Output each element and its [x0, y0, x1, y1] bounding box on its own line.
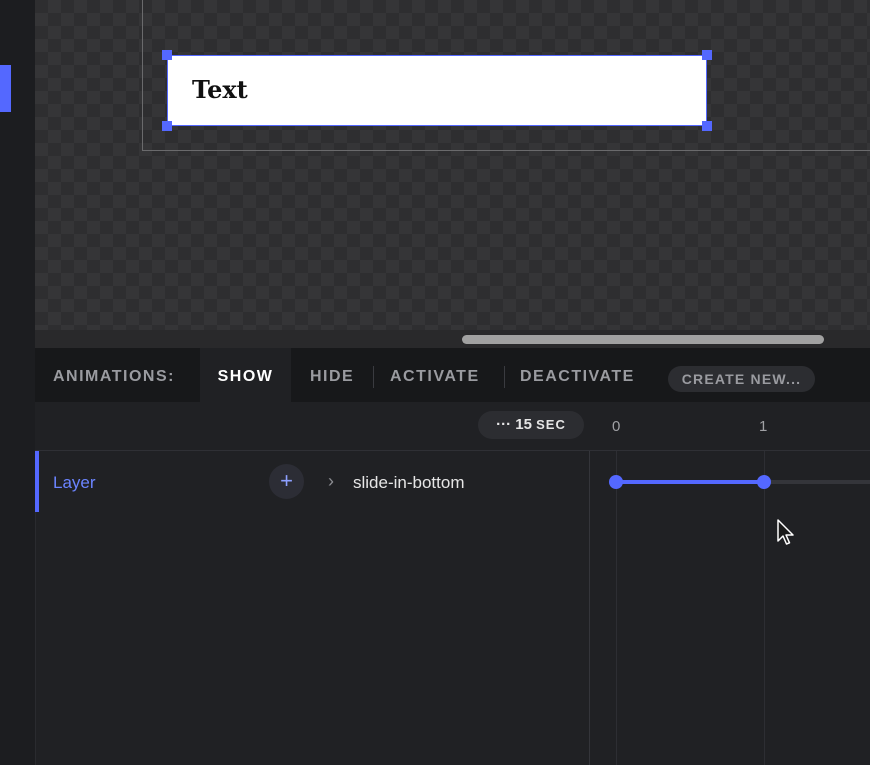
left-sidebar	[0, 0, 36, 765]
timeline-gridline	[764, 451, 765, 765]
duration-button[interactable]: ··· 15 SEC	[478, 411, 584, 439]
chevron-right-icon[interactable]: ›	[328, 471, 334, 492]
tab-hide[interactable]: HIDE	[310, 348, 354, 402]
timeline-tick-1: 1	[759, 418, 768, 435]
tab-activate[interactable]: ACTIVATE	[390, 348, 480, 402]
layer-row-selection-indicator	[35, 451, 39, 512]
timeline-track	[764, 480, 870, 484]
timeline-tick-0: 0	[612, 418, 621, 435]
animation-name[interactable]: slide-in-bottom	[353, 473, 465, 493]
animation-segment[interactable]	[616, 480, 764, 484]
canvas-area[interactable]	[35, 0, 870, 330]
tab-separator	[504, 366, 505, 388]
keyframe-end[interactable]	[757, 475, 771, 489]
add-animation-button[interactable]: +	[269, 464, 304, 499]
tab-separator	[373, 366, 374, 388]
tab-deactivate[interactable]: DEACTIVATE	[520, 348, 635, 402]
resize-handle-bottom-left[interactable]	[162, 121, 172, 131]
scrollbar-thumb[interactable]	[462, 335, 824, 344]
tab-show[interactable]: SHOW	[200, 348, 291, 402]
more-dots-icon: ···	[496, 416, 512, 433]
duration-unit: SEC	[536, 417, 566, 432]
plus-icon: +	[280, 468, 293, 493]
animations-tabs-bar: ANIMATIONS: SHOW HIDE ACTIVATE DEACTIVAT…	[35, 348, 870, 402]
create-new-button[interactable]: CREATE NEW...	[668, 366, 815, 392]
sidebar-active-indicator	[0, 65, 11, 112]
resize-handle-top-right[interactable]	[702, 50, 712, 60]
timeline-gridline	[616, 451, 617, 765]
horizontal-scrollbar[interactable]	[35, 330, 870, 348]
resize-handle-bottom-right[interactable]	[702, 121, 712, 131]
animations-label: ANIMATIONS:	[53, 368, 175, 385]
panel-divider	[589, 451, 590, 765]
timeline-header: ··· 15 SEC 0 1	[35, 402, 870, 451]
keyframe-start[interactable]	[609, 475, 623, 489]
resize-handle-top-left[interactable]	[162, 50, 172, 60]
text-layer-content: Text	[192, 75, 248, 104]
duration-value: 15	[515, 416, 532, 433]
layer-name[interactable]: Layer	[53, 473, 96, 493]
text-layer-box[interactable]: Text	[167, 55, 707, 126]
mouse-pointer-icon	[777, 519, 794, 545]
